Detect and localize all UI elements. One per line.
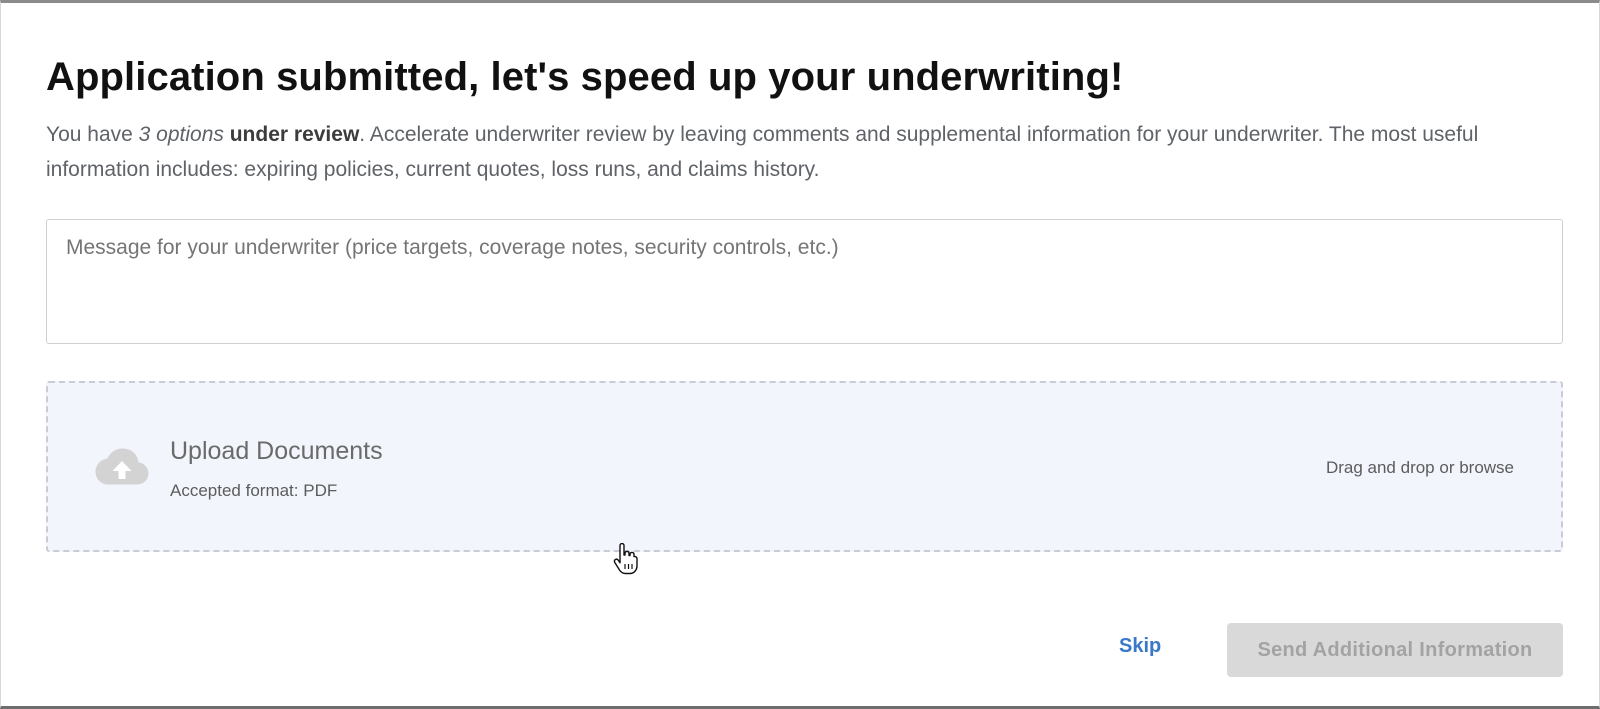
- send-additional-information-button[interactable]: Send Additional Information: [1227, 623, 1563, 677]
- underwriter-message-box[interactable]: [46, 219, 1563, 344]
- page-title: Application submitted, let's speed up yo…: [46, 55, 1124, 99]
- modal-header: Application submitted, let's speed up yo…: [46, 53, 1563, 187]
- accepted-format-label: Accepted format: PDF: [170, 481, 338, 500]
- cloud-upload-icon: [95, 448, 149, 485]
- hand-pointer-icon: [613, 543, 638, 575]
- intro-prefix: You have: [46, 123, 139, 146]
- upload-dropzone[interactable]: Upload Documents Accepted format: PDF Dr…: [46, 381, 1563, 552]
- intro-text: You have 3 options under review. Acceler…: [46, 117, 1561, 187]
- dialog-window: Application submitted, let's speed up yo…: [0, 0, 1600, 709]
- skip-button[interactable]: Skip: [1119, 635, 1161, 658]
- underwriter-message-input[interactable]: [47, 220, 1562, 343]
- options-count: 3 options: [138, 123, 224, 146]
- review-status: under review: [229, 123, 360, 146]
- browse-link[interactable]: Drag and drop or browse: [1326, 458, 1514, 478]
- upload-title: Upload Documents: [170, 437, 383, 465]
